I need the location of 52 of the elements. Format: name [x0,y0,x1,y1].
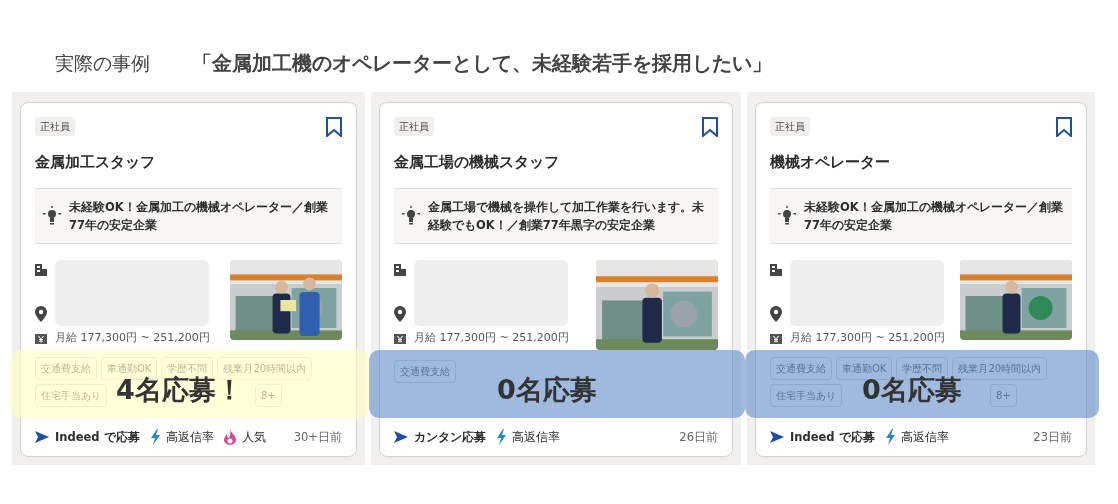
badge-label: 高返信率 [900,428,949,446]
send-arrow-icon [770,431,784,444]
lightbulb-icon [778,206,796,226]
lightning-icon [496,429,506,446]
tag: 交通費支給 [394,360,456,384]
yen-icon [770,333,782,344]
employment-tag: 正社員 [770,117,810,136]
posted-date: 23日前 [1033,428,1072,446]
snippet-text: 金属工場で機械を操作して加工作業を行います。未経験でもOK！／創業77年黒字の安定企業 [428,198,705,234]
job-title: 金属工場の機械スタッフ [394,152,560,173]
yen-icon [35,333,47,344]
snippet-text: 未経験OK！金属加工の機械オペレーター／創業77年の安定企業 [804,198,1064,234]
send-arrow-icon [394,431,408,444]
posted-date: 30+日前 [293,428,342,446]
salary-text: 月給 177,300円 ~ 251,200円 [55,330,210,347]
send-arrow-icon [35,431,49,444]
apply-method: カンタン応募 [414,428,486,446]
badge-label: 人気 [241,428,266,446]
posted-date: 26日前 [679,428,718,446]
bookmark-icon[interactable] [702,117,718,137]
location-pin-icon [35,306,47,323]
employment-tag: 正社員 [394,117,434,136]
salary-text: 月給 177,300円 ~ 251,200円 [414,330,569,347]
building-icon [770,264,782,277]
tag: 8+ [255,383,282,407]
applicant-count: 0名応募 [497,376,597,403]
bookmark-icon[interactable] [1056,117,1072,137]
badge-label: 高返信率 [165,428,214,446]
tag: 住宅手当あり [770,383,842,407]
lightbulb-icon [43,206,61,226]
lightbulb-icon [402,206,420,226]
location-pin-icon [394,306,406,323]
location-pin-icon [770,306,782,323]
building-icon [35,264,47,277]
job-title: 金属加工スタッフ [35,152,156,173]
building-icon [394,264,406,277]
section-label: 実際の事例 [55,50,150,76]
lightning-icon [149,429,160,446]
headline: 「金属加工機のオペレーターとして、未経験若手を採用したい」 [192,50,772,77]
employment-tag: 正社員 [35,117,75,136]
tag: 交通費支給 [770,356,832,380]
bookmark-icon[interactable] [326,117,342,137]
apply-method: Indeed で応募 [790,428,875,446]
snippet-text: 未経験OK！金属加工の機械オペレーター／創業77年の安定企業 [69,198,329,234]
yen-icon [394,333,406,344]
flame-icon [223,429,236,446]
job-title: 機械オペレーター [770,152,891,173]
tag: 8+ [990,383,1017,407]
salary-text: 月給 177,300円 ~ 251,200円 [790,330,945,347]
apply-method: Indeed で応募 [55,428,140,446]
badge-label: 高返信率 [512,428,560,446]
lightning-icon [884,429,895,446]
